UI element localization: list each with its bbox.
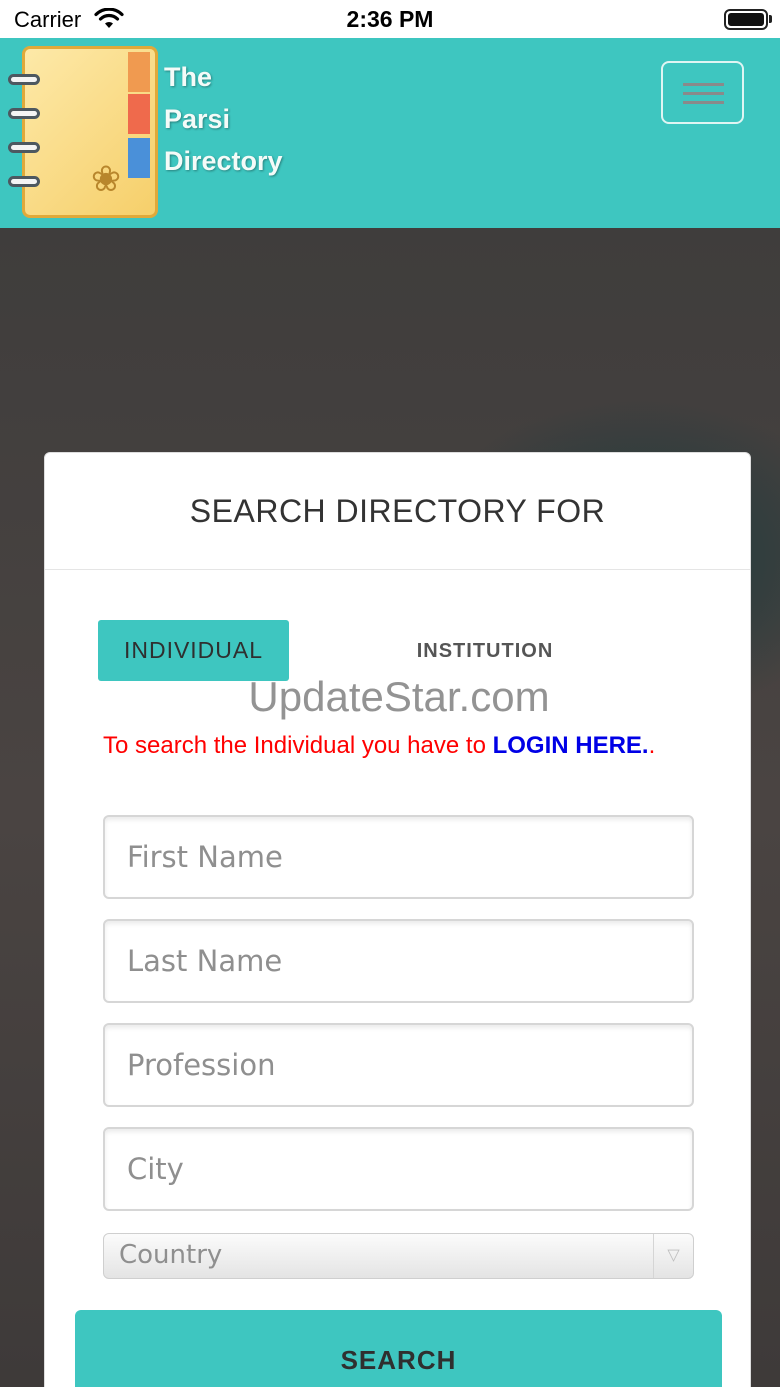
binder-ring xyxy=(8,108,40,119)
logo-tab-orange xyxy=(128,52,150,92)
country-select-value: Country xyxy=(119,1240,223,1270)
binder-ring xyxy=(8,74,40,85)
watermark: UpdateStar.com xyxy=(248,673,550,720)
logo-line-3: Directory xyxy=(164,146,283,176)
last-name-input[interactable] xyxy=(103,919,694,1003)
site-logo-text[interactable]: The Parsi Directory xyxy=(164,56,324,182)
hamburger-menu-icon xyxy=(683,83,724,86)
card-heading: SEARCH DIRECTORY FOR xyxy=(45,453,750,570)
logo-line-1: The xyxy=(164,62,213,92)
faravahar-emblem-icon: ❀ xyxy=(90,158,122,199)
status-bar: Carrier 2:36 PM xyxy=(0,0,780,38)
tab-institution[interactable]: INSTITUTION xyxy=(385,635,585,667)
search-button[interactable]: SEARCH xyxy=(75,1310,722,1387)
logo-line-2: Parsi xyxy=(164,104,231,134)
battery-tip xyxy=(769,15,772,23)
search-card: SEARCH DIRECTORY FOR INDIVIDUAL INSTITUT… xyxy=(44,452,751,1387)
login-notice-text: To search the Individual you have to xyxy=(103,732,493,759)
binder-ring xyxy=(8,142,40,153)
logo-tab-red xyxy=(128,94,150,134)
city-input[interactable] xyxy=(103,1127,694,1211)
country-select[interactable]: Country ▽ xyxy=(103,1233,694,1279)
login-here-link[interactable]: LOGIN HERE. xyxy=(493,732,649,759)
battery-icon xyxy=(724,9,768,30)
login-notice: To search the Individual you have to LOG… xyxy=(103,728,663,764)
first-name-input[interactable] xyxy=(103,815,694,899)
tab-individual[interactable]: INDIVIDUAL xyxy=(98,620,289,681)
chevron-down-icon: ▽ xyxy=(653,1234,693,1278)
hamburger-menu-button[interactable] xyxy=(661,61,744,124)
hamburger-menu-icon xyxy=(683,92,724,95)
hamburger-menu-icon xyxy=(683,101,724,104)
logo-tab-blue xyxy=(128,138,150,178)
login-notice-trailing: . xyxy=(648,732,656,759)
profession-input[interactable] xyxy=(103,1023,694,1107)
clock: 2:36 PM xyxy=(346,6,434,32)
binder-ring xyxy=(8,176,40,187)
